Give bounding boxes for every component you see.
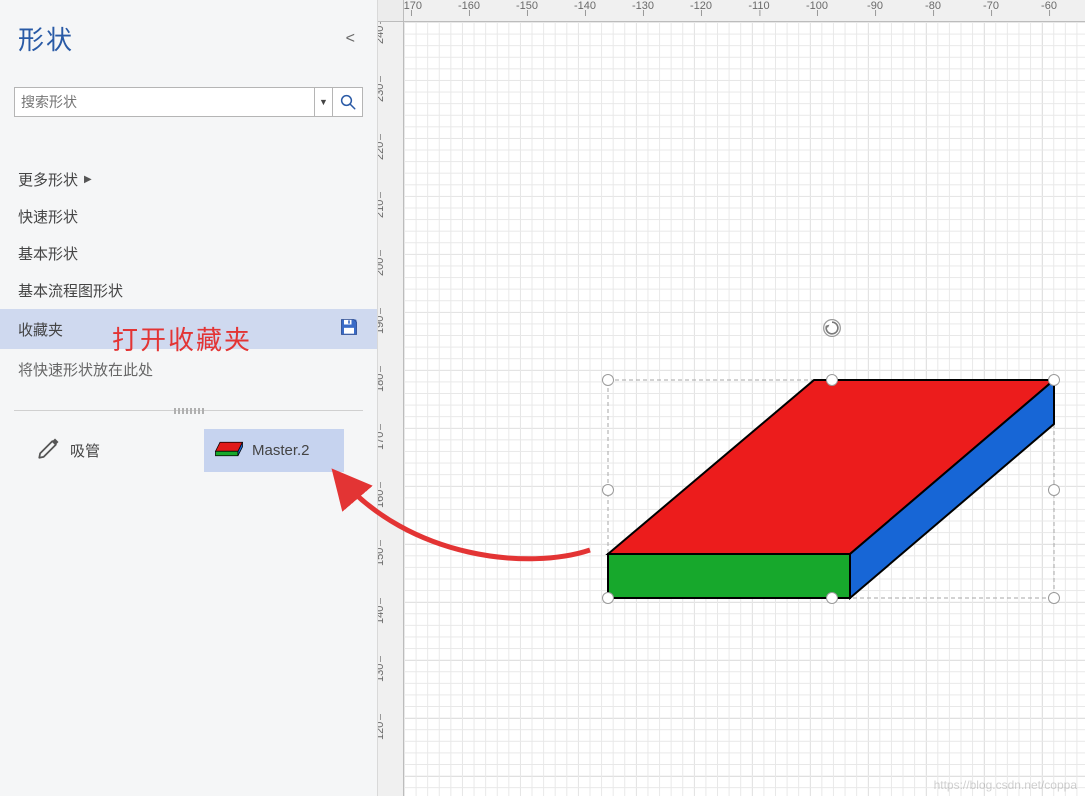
ruler-tick: 160 (378, 490, 386, 508)
stencil-divider[interactable] (14, 410, 363, 411)
grip-icon (174, 408, 204, 414)
eyedropper-icon (34, 435, 62, 466)
ruler-vertical[interactable]: 240 230 220 210 200 190 180 170 160 150 140 130 120 (378, 22, 404, 796)
category-label: 基本形状 (18, 243, 78, 264)
canvas-area[interactable]: -170-160-150-140-130-120-110-100-90-80-7… (378, 0, 1085, 796)
ruler-tick: -90 (867, 0, 883, 12)
ruler-tick: -60 (1041, 0, 1057, 12)
panel-header: 形状 < (0, 0, 377, 69)
ruler-tick: -80 (925, 0, 941, 12)
ruler-corner (378, 0, 404, 22)
ruler-tick: 180 (378, 374, 386, 392)
category-quick-shapes[interactable]: 快速形状 (0, 198, 377, 235)
category-label: 更多形状 (18, 169, 78, 190)
ruler-horizontal[interactable]: -170-160-150-140-130-120-110-100-90-80-7… (404, 0, 1085, 22)
selection-handle[interactable] (826, 592, 838, 604)
ruler-tick: -120 (690, 0, 712, 12)
magnifier-icon (339, 93, 357, 111)
ruler-tick: 130 (378, 664, 386, 682)
save-icon (339, 317, 359, 341)
drawing-grid[interactable] (404, 22, 1085, 796)
ruler-tick: -130 (632, 0, 654, 12)
ruler-tick: -140 (574, 0, 596, 12)
category-flowchart-shapes[interactable]: 基本流程图形状 (0, 272, 377, 309)
watermark: https://blog.csdn.net/coppa (934, 778, 1077, 792)
ruler-tick: 240 (378, 26, 386, 44)
stencil-master2[interactable]: Master.2 (204, 429, 344, 472)
ruler-tick: -110 (748, 0, 769, 12)
category-more-shapes[interactable]: 更多形状 ▶ (0, 161, 377, 198)
rotation-handle[interactable] (822, 318, 842, 338)
selected-shape[interactable] (594, 318, 1074, 611)
ruler-tick: 190 (378, 316, 386, 334)
ruler-tick: 210 (378, 200, 386, 218)
shapes-search-input[interactable] (14, 87, 315, 117)
selection-handle[interactable] (602, 374, 614, 386)
ruler-tick: -160 (458, 0, 480, 12)
selection-handle[interactable] (602, 592, 614, 604)
collapse-panel-button[interactable]: < (342, 26, 359, 52)
ruler-tick: 140 (378, 606, 386, 624)
ruler-tick: -70 (983, 0, 999, 12)
ruler-tick: 120 (378, 722, 386, 740)
category-label: 收藏夹 (18, 319, 63, 340)
ruler-tick: 170 (378, 432, 386, 450)
selection-handle[interactable] (826, 374, 838, 386)
stencil-label: 吸管 (70, 440, 100, 461)
ruler-tick: 150 (378, 548, 386, 566)
master-thumb-icon (214, 440, 244, 461)
selection-handle[interactable] (1048, 592, 1060, 604)
ruler-tick: 220 (378, 142, 386, 160)
ruler-tick: 200 (378, 258, 386, 276)
search-button[interactable] (333, 87, 363, 117)
selection-handle[interactable] (602, 484, 614, 496)
category-label: 快速形状 (18, 206, 78, 227)
selection-handle[interactable] (1048, 374, 1060, 386)
chevron-right-icon: ▶ (84, 174, 92, 185)
shapes-panel: 形状 < ▼ 更多形状 ▶ 快速形状 基本形状 基本流程图形状 收藏夹 (0, 0, 378, 796)
search-row: ▼ (0, 87, 377, 117)
stencil-eyedropper[interactable]: 吸管 (24, 429, 164, 472)
ruler-tick: 230 (378, 84, 386, 102)
ruler-tick: -150 (516, 0, 538, 12)
annotation-open-favorites: 打开收藏夹 (112, 320, 252, 357)
ruler-tick: -100 (806, 0, 828, 12)
panel-title: 形状 (18, 20, 74, 57)
category-basic-shapes[interactable]: 基本形状 (0, 235, 377, 272)
selection-handle[interactable] (1048, 484, 1060, 496)
category-label: 基本流程图形状 (18, 280, 123, 301)
search-dropdown[interactable]: ▼ (315, 87, 333, 117)
stencil-label: Master.2 (252, 442, 310, 459)
stencils-row: 吸管 Master.2 (0, 423, 377, 478)
